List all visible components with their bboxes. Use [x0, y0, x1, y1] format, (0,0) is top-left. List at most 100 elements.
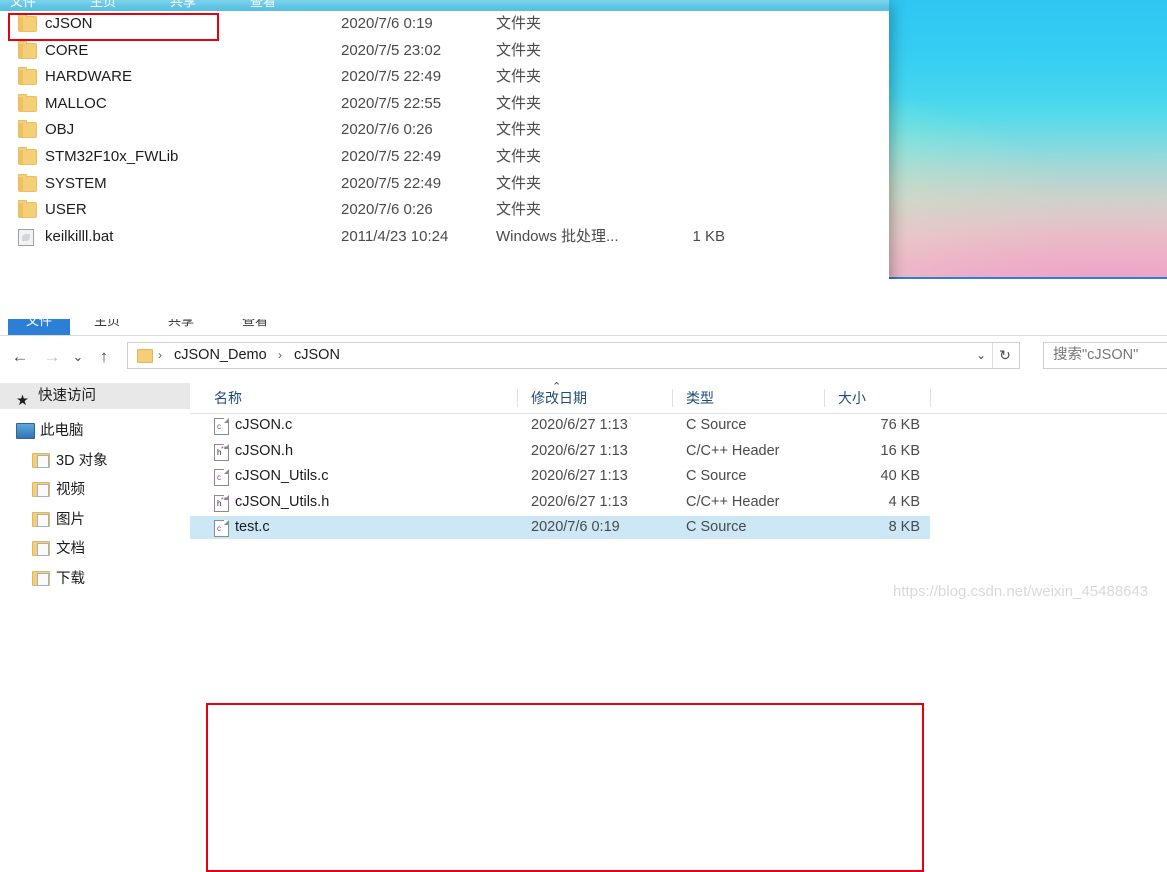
cjson-folder-highlight-box: [8, 13, 219, 41]
file-name: cJSON.c: [235, 417, 293, 433]
file-date: 2020/7/5 22:49: [341, 148, 442, 165]
top-ribbon-tab-0[interactable]: 文件: [10, 0, 36, 10]
file-date: 2020/7/6 0:19: [341, 15, 433, 32]
sidebar-item-label: 图片: [56, 511, 85, 528]
column-header-0[interactable]: 名称: [214, 383, 242, 413]
file-size: 16 KB: [880, 442, 921, 459]
sidebar-item-4[interactable]: 文档: [0, 535, 190, 563]
sidebar-item-label: 此电脑: [40, 423, 84, 439]
file-type: C Source: [686, 417, 747, 433]
table-row[interactable]: keilkilll.bat 2011/4/23 10:24 Windows 批处理.…: [0, 224, 889, 250]
list-item[interactable]: c test.c 2020/7/6 0:19 C Source 8 KB: [190, 516, 930, 539]
folder-icon: [137, 349, 153, 363]
sidebar-item-label: 3D 对象: [56, 452, 108, 469]
file-date: 2020/6/27 1:13: [531, 442, 628, 459]
top-ribbon-tab-1[interactable]: 主页: [90, 0, 116, 10]
breadcrumb-separator: ›: [278, 348, 282, 362]
file-date: 2011/4/23 10:24: [341, 227, 449, 245]
navigation-pane[interactable]: ★ 快速访问 此电脑 3D 对象视频图片文档下载: [0, 383, 190, 611]
up-icon[interactable]: ↑: [92, 345, 116, 369]
file-name: MALLOC: [45, 94, 107, 112]
list-item[interactable]: h ** cJSON_Utils.h 2020/6/27 1:13 C/C++ Head…: [190, 491, 930, 514]
sidebar-item-1[interactable]: 3D 对象: [0, 447, 190, 475]
file-date: 2020/7/6 0:26: [341, 121, 433, 139]
tab-3[interactable]: 查看: [224, 319, 286, 335]
file-name: cJSON.h: [235, 442, 294, 459]
file-size: 40 KB: [880, 468, 921, 484]
breadcrumb[interactable]: ⌄ ↻ › cJSON_Demo › cJSON: [127, 342, 1020, 369]
sidebar-item-quick-access[interactable]: ★ 快速访问: [0, 383, 190, 409]
table-row[interactable]: SYSTEM 2020/7/5 22:49 文件夹: [0, 171, 889, 197]
file-type: 文件夹: [496, 41, 542, 59]
refresh-icon[interactable]: ↻: [992, 343, 1013, 368]
folder-icon: [18, 200, 37, 219]
list-item[interactable]: h ** cJSON.h 2020/6/27 1:13 C/C++ Header 16 K…: [190, 440, 930, 463]
file-name: USER: [45, 201, 87, 219]
file-name: keilkilll.bat: [45, 227, 114, 245]
file-name: cJSON_Utils.c: [235, 468, 329, 484]
sidebar-item-2[interactable]: 视频: [0, 476, 190, 504]
tab-2[interactable]: 共享: [150, 319, 212, 335]
forward-icon[interactable]: →: [40, 345, 64, 369]
breadcrumb-separator: ›: [158, 348, 162, 362]
file-date: 2020/7/5 23:02: [341, 41, 442, 59]
top-ribbon-tab-3[interactable]: 查看: [250, 0, 276, 10]
file-type: C Source: [686, 519, 747, 535]
column-divider[interactable]: [672, 389, 673, 407]
file-date: 2020/7/5 22:55: [341, 94, 442, 112]
table-row[interactable]: STM32F10x_FWLib 2020/7/5 22:49 文件夹: [0, 144, 889, 170]
file-name: HARDWARE: [45, 68, 132, 86]
top-ribbon-tab-2[interactable]: 共享: [170, 0, 196, 10]
address-bar: ← → ⌄ ↑ ⌄ ↻ › cJSON_Demo › cJSON 搜索"cJSON": [0, 336, 1167, 376]
breadcrumb-chevron-down-icon[interactable]: ⌄: [973, 343, 989, 368]
c-source-file-icon: c: [214, 520, 229, 537]
file-date: 2020/7/6 0:26: [341, 201, 433, 219]
table-row[interactable]: CORE 2020/7/5 23:02 文件夹: [0, 38, 889, 64]
folder-icon: [18, 93, 37, 112]
top-window-ribbon-tabs[interactable]: 文件 主页 共享 查看: [0, 0, 889, 11]
list-item[interactable]: c cJSON_Utils.c 2020/6/27 1:13 C Source 40 K…: [190, 465, 930, 488]
file-date: 2020/6/27 1:13: [531, 468, 628, 484]
tab-1[interactable]: 主页: [76, 319, 138, 335]
recent-locations-chevron-down-icon[interactable]: ⌄: [66, 345, 90, 369]
file-type: 文件夹: [496, 148, 542, 165]
search-input[interactable]: 搜索"cJSON": [1043, 342, 1167, 369]
list-item[interactable]: c cJSON.c 2020/6/27 1:13 C Source 76 KB: [190, 414, 930, 437]
folder-icon: [18, 67, 37, 86]
sidebar-item-3[interactable]: 图片: [0, 506, 190, 534]
tab-0[interactable]: 文件: [8, 319, 70, 335]
table-row[interactable]: OBJ 2020/7/6 0:26 文件夹: [0, 117, 889, 143]
file-list[interactable]: c cJSON.c 2020/6/27 1:13 C Source 76 KB h ** cJ…: [190, 414, 1167, 611]
sidebar-item-label: 视频: [56, 482, 85, 498]
sidebar-item-0[interactable]: 此电脑: [0, 417, 190, 445]
back-icon[interactable]: ←: [8, 345, 32, 369]
file-type: 文件夹: [496, 15, 542, 32]
column-header-row[interactable]: ⌃ 名称 修改日期 类型 大小: [190, 381, 1167, 414]
breadcrumb-item-0[interactable]: cJSON_Demo: [174, 343, 267, 368]
folder-icon: [18, 147, 37, 165]
ribbon-tab-strip[interactable]: 文件 主页 共享 查看: [0, 319, 1167, 336]
file-date: 2020/6/27 1:13: [531, 493, 628, 510]
column-divider[interactable]: [824, 389, 825, 407]
column-header-3[interactable]: 大小: [838, 383, 866, 413]
column-header-2[interactable]: 类型: [686, 383, 714, 413]
file-type: C Source: [686, 468, 747, 484]
file-type: 文件夹: [496, 174, 542, 192]
column-divider[interactable]: [517, 389, 518, 407]
table-row[interactable]: MALLOC 2020/7/5 22:55 文件夹: [0, 91, 889, 117]
file-type: 文件夹: [496, 201, 542, 219]
table-row[interactable]: HARDWARE 2020/7/5 22:49 文件夹: [0, 64, 889, 90]
sidebar-item-5[interactable]: 下载: [0, 565, 190, 593]
sidebar-item-label: 下载: [56, 570, 85, 587]
folder-3d-icon: [32, 452, 50, 468]
file-name: CORE: [45, 41, 89, 59]
column-header-1[interactable]: 修改日期: [531, 383, 587, 413]
c-source-file-icon: c: [214, 469, 229, 486]
column-divider[interactable]: [930, 389, 931, 407]
breadcrumb-item-1[interactable]: cJSON: [294, 343, 340, 368]
c-header-file-icon: h **: [214, 494, 229, 512]
file-date: 2020/6/27 1:13: [531, 417, 628, 433]
file-date: 2020/7/6 0:19: [531, 519, 620, 535]
folder-icon: [18, 40, 37, 59]
table-row[interactable]: USER 2020/7/6 0:26 文件夹: [0, 197, 889, 223]
